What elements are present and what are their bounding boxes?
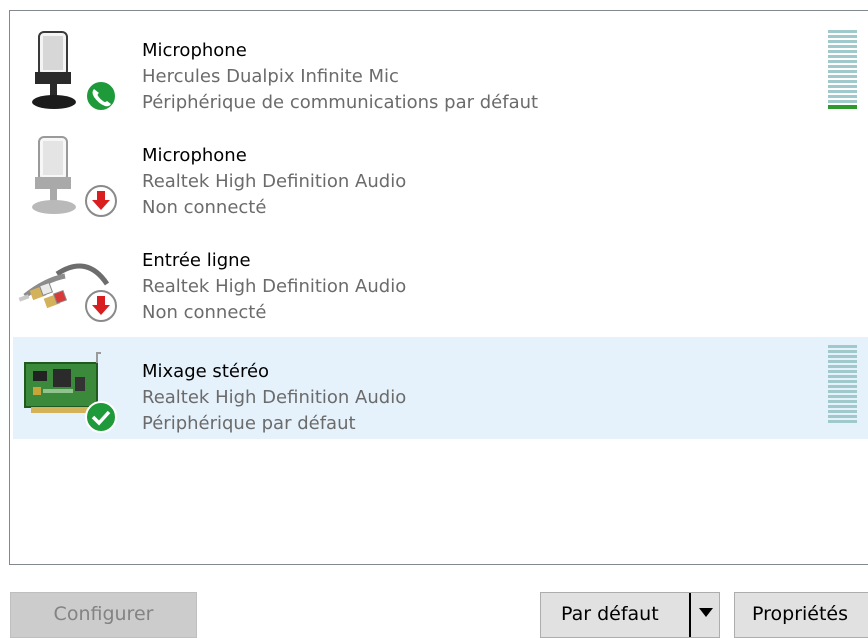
device-row[interactable]: Microphone Hercules Dualpix Infinite Mic… <box>13 16 868 118</box>
device-name: Microphone <box>142 40 247 61</box>
disconnected-badge-icon <box>85 185 117 217</box>
phone-badge-icon <box>85 80 117 112</box>
device-name: Mixage stéréo <box>142 361 270 382</box>
device-model: Realtek High Definition Audio <box>142 171 407 192</box>
set-default-dropdown-arrow[interactable] <box>689 593 719 637</box>
microphone-icon <box>17 131 117 221</box>
device-status: Non connecté <box>142 302 267 323</box>
device-model: Realtek High Definition Audio <box>142 387 407 408</box>
microphone-icon <box>17 26 117 116</box>
set-default-split-button[interactable]: Par défaut <box>540 592 720 638</box>
chevron-down-icon <box>699 608 713 617</box>
device-status: Périphérique par défaut <box>142 413 356 434</box>
device-status: Non connecté <box>142 197 267 218</box>
device-name: Microphone <box>142 145 247 166</box>
device-row[interactable]: Microphone Realtek High Definition Audio… <box>13 121 868 223</box>
device-status: Périphérique de communications par défau… <box>142 92 539 113</box>
set-default-label: Par défaut <box>561 603 659 625</box>
properties-button[interactable]: Propriétés <box>734 592 868 638</box>
level-meter <box>828 345 857 425</box>
device-row[interactable]: Entrée ligne Realtek High Definition Aud… <box>13 226 868 328</box>
recording-device-list[interactable]: Microphone Hercules Dualpix Infinite Mic… <box>9 10 868 565</box>
default-check-badge-icon <box>85 401 117 433</box>
device-model: Realtek High Definition Audio <box>142 276 407 297</box>
line-in-cable-icon <box>17 236 117 326</box>
device-model: Hercules Dualpix Infinite Mic <box>142 66 399 87</box>
sound-card-icon <box>17 347 117 437</box>
configure-button[interactable]: Configurer <box>10 592 197 638</box>
device-name: Entrée ligne <box>142 250 251 271</box>
level-meter <box>828 30 857 110</box>
device-row-selected[interactable]: Mixage stéréo Realtek High Definition Au… <box>13 337 868 439</box>
disconnected-badge-icon <box>85 290 117 322</box>
